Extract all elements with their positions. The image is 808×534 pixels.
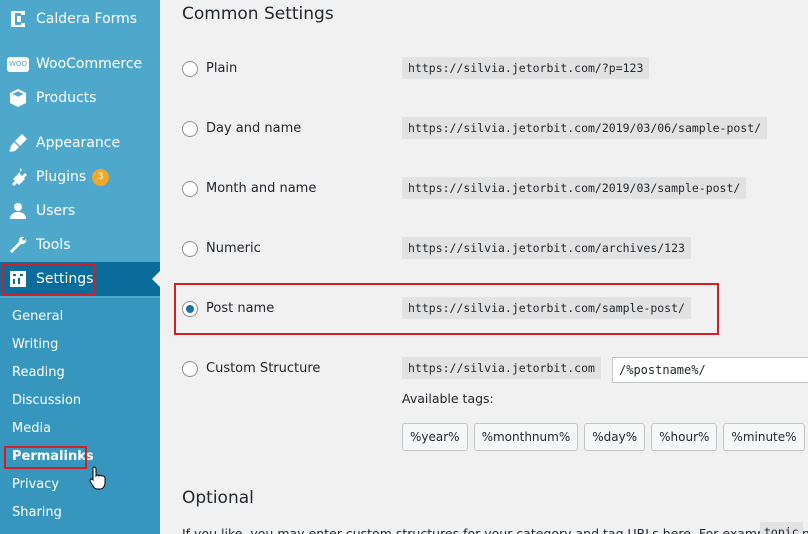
tag-button-day[interactable]: %day% — [584, 423, 646, 451]
hand-cursor-icon — [89, 466, 106, 490]
optional-help-code: topic — [760, 522, 803, 534]
settings-highlight-box — [1, 263, 95, 296]
submenu-item-reading[interactable]: Reading — [12, 365, 65, 380]
woo-badge: WOO — [7, 56, 29, 72]
plugins-update-badge: 3 — [92, 168, 110, 186]
radio-custom-structure[interactable] — [182, 361, 198, 377]
tag-button-year[interactable]: %year% — [402, 423, 468, 451]
option-label-custom-structure[interactable]: Custom Structure — [206, 361, 320, 376]
menu-item-products[interactable]: Products — [0, 81, 160, 115]
radio-numeric[interactable] — [182, 241, 198, 257]
menu-label: Products — [36, 90, 97, 106]
url-example-plain: https://silvia.jetorbit.com/?p=123 — [402, 57, 650, 79]
menu-item-woocommerce[interactable]: WOO WooCommerce — [0, 47, 160, 81]
tag-button-monthnum[interactable]: %monthnum% — [473, 423, 579, 451]
option-row-numeric: Numeric https://silvia.jetorbit.com/arch… — [160, 237, 808, 261]
url-example-day-and-name: https://silvia.jetorbit.com/2019/03/06/s… — [402, 117, 768, 139]
users-icon — [0, 201, 36, 221]
submenu-item-privacy[interactable]: Privacy — [12, 477, 59, 492]
menu-label: Tools — [36, 237, 71, 253]
menu-label: Users — [36, 203, 76, 219]
menu-label: Caldera Forms — [36, 11, 138, 27]
products-icon — [0, 88, 36, 108]
menu-item-appearance[interactable]: Appearance — [0, 126, 160, 160]
caldera-forms-icon — [0, 9, 36, 29]
url-base-custom-structure: https://silvia.jetorbit.com — [402, 357, 601, 379]
woocommerce-icon: WOO — [0, 56, 36, 72]
optional-heading: Optional — [182, 488, 254, 508]
submenu-item-writing[interactable]: Writing — [12, 337, 58, 352]
option-label-month-and-name[interactable]: Month and name — [206, 181, 316, 196]
tag-button-hour[interactable]: %hour% — [651, 423, 718, 451]
menu-item-tools[interactable]: Tools — [0, 228, 160, 262]
appearance-icon — [0, 133, 36, 153]
admin-sidebar: Caldera Forms WOO WooCommerce Products A… — [0, 0, 160, 534]
menu-label: Appearance — [36, 135, 121, 151]
radio-day-and-name[interactable] — [182, 121, 198, 137]
plugins-icon — [0, 167, 36, 187]
optional-help-text: If you like, you may enter custom struct… — [182, 526, 808, 534]
permalinks-highlight-box — [4, 446, 87, 469]
option-row-day-and-name: Day and name https://silvia.jetorbit.com… — [160, 117, 808, 141]
menu-item-caldera-forms[interactable]: Caldera Forms — [0, 2, 160, 36]
submenu-item-discussion[interactable]: Discussion — [12, 393, 81, 408]
post-name-highlight-box — [174, 283, 719, 335]
menu-item-plugins[interactable]: Plugins 3 — [0, 160, 160, 194]
available-tags-label: Available tags: — [402, 391, 494, 406]
option-label-numeric[interactable]: Numeric — [206, 241, 261, 256]
url-example-month-and-name: https://silvia.jetorbit.com/2019/03/samp… — [402, 177, 747, 199]
submenu-item-sharing[interactable]: Sharing — [12, 505, 62, 520]
option-row-plain: Plain https://silvia.jetorbit.com/?p=123 — [160, 57, 808, 81]
tools-icon — [0, 235, 36, 255]
menu-label: WooCommerce — [36, 56, 143, 72]
menu-label: Plugins — [36, 169, 87, 185]
radio-month-and-name[interactable] — [182, 181, 198, 197]
submenu-item-general[interactable]: General — [12, 309, 63, 324]
available-tags-list: %year% %monthnum% %day% %hour% %minute% — [402, 423, 805, 451]
submenu-item-media[interactable]: Media — [12, 421, 51, 436]
option-row-month-and-name: Month and name https://silvia.jetorbit.c… — [160, 177, 808, 201]
custom-structure-input[interactable]: /%postname%/ — [612, 357, 808, 383]
permalink-settings-content: Common Settings Plain https://silvia.jet… — [160, 0, 808, 534]
radio-plain[interactable] — [182, 61, 198, 77]
option-label-day-and-name[interactable]: Day and name — [206, 121, 301, 136]
menu-item-users[interactable]: Users — [0, 194, 160, 228]
tag-button-minute[interactable]: %minute% — [723, 423, 805, 451]
url-example-numeric: https://silvia.jetorbit.com/archives/123 — [402, 237, 691, 259]
option-label-plain[interactable]: Plain — [206, 61, 237, 76]
settings-submenu — [0, 298, 160, 534]
common-settings-heading: Common Settings — [182, 4, 334, 24]
